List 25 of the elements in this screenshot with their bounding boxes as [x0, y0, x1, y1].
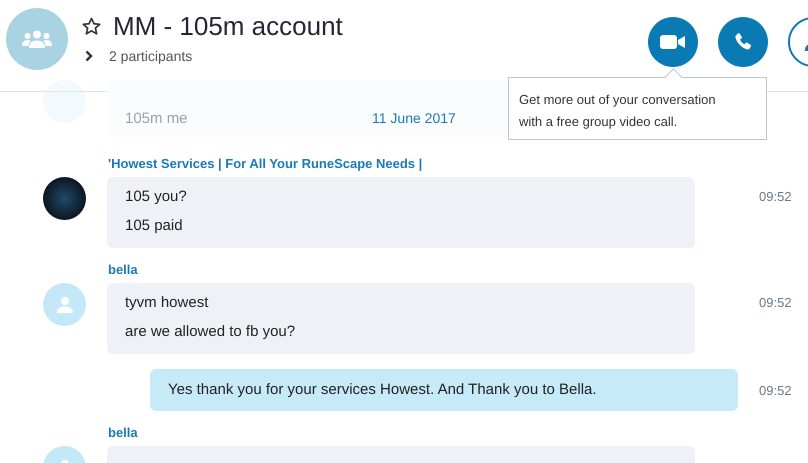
message-time: 09:52 — [759, 382, 792, 398]
video-call-button[interactable] — [648, 17, 698, 67]
participants-count[interactable]: 2 participants — [109, 48, 192, 64]
conversation-title: MM - 105m account — [113, 11, 343, 42]
avatar — [43, 80, 86, 123]
sender-name[interactable]: 'Howest Services | For All Your RuneScape Needs | — [108, 156, 808, 171]
message-text: tyvm howest — [125, 293, 210, 313]
chevron-right-icon[interactable] — [85, 50, 93, 62]
message-text: Yes thank you for your services Howest. And Thank you to Bella. — [168, 380, 598, 400]
message-time: 09:52 — [759, 189, 792, 204]
star-icon[interactable] — [82, 17, 101, 36]
sender-name[interactable]: bella — [108, 262, 808, 277]
message-text: 105 you? — [125, 187, 188, 207]
message-text: 105 paid — [125, 216, 184, 236]
tooltip-text: Get more out of your conversation with a free group video call. — [519, 91, 717, 131]
group-icon — [22, 30, 52, 48]
message-text: 105m me — [125, 110, 189, 127]
avatar-image — [43, 177, 86, 220]
video-camera-icon — [660, 34, 686, 50]
message-time: 09:52 — [759, 295, 792, 310]
message-text: are we allowed to fb you? — [125, 322, 296, 342]
date-label: 11 June 2017 — [372, 110, 456, 127]
sender-name[interactable]: bella — [108, 425, 808, 440]
person-icon — [56, 296, 74, 314]
audio-call-button[interactable] — [718, 17, 768, 67]
